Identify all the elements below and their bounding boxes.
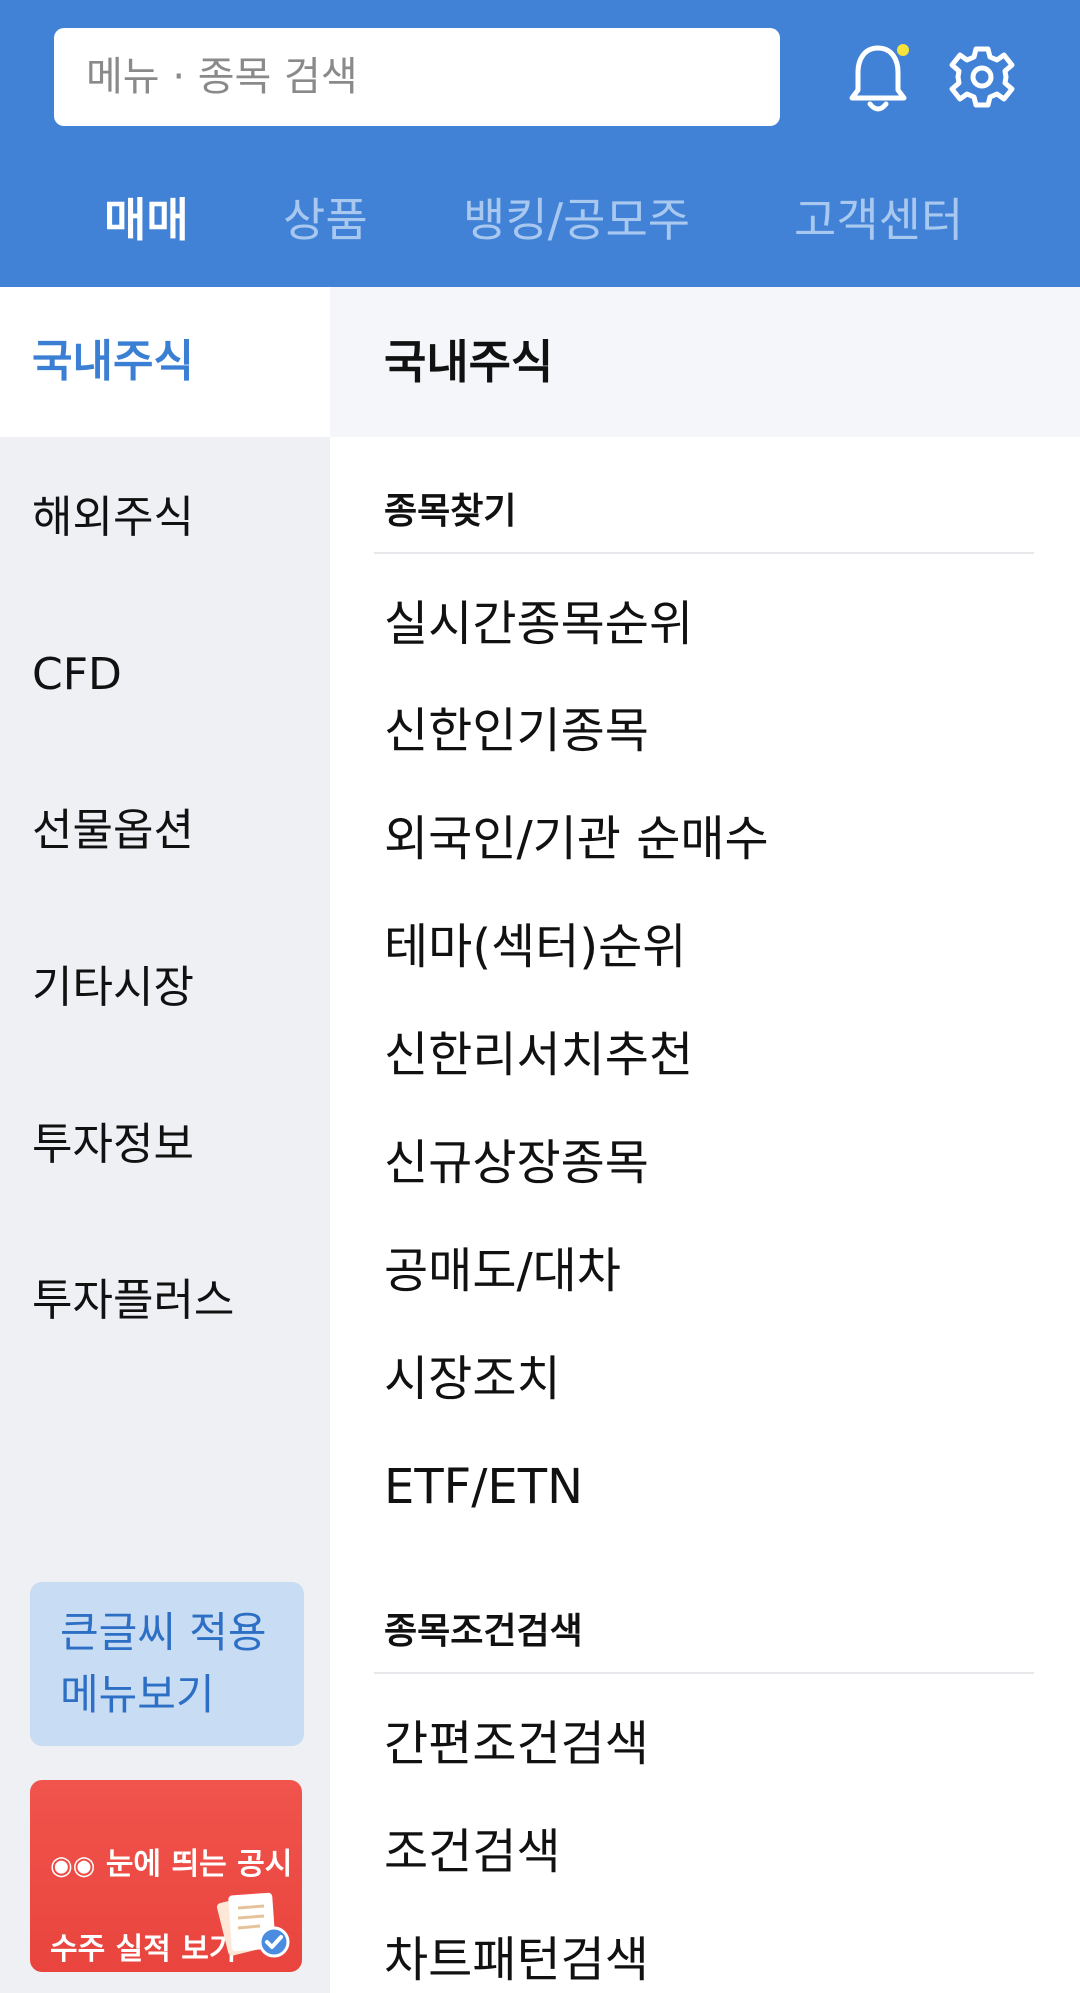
notification-dot (897, 44, 909, 56)
menu-item-shinhan-popular[interactable]: 신한인기종목 (384, 701, 649, 761)
document-check-icon (216, 1888, 296, 1966)
menu-item-market-measures[interactable]: 시장조치 (384, 1349, 561, 1409)
bell-icon[interactable] (846, 38, 910, 118)
section-divider (374, 1672, 1034, 1674)
sidebar-item-invest-plus[interactable]: 투자플러스 (0, 1226, 330, 1376)
tab-customer-center[interactable]: 고객센터 (794, 180, 963, 260)
search-box[interactable] (54, 28, 780, 126)
page-title: 국내주식 (384, 335, 554, 389)
menu-item-new-listings[interactable]: 신규상장종목 (384, 1133, 649, 1193)
menu-item-realtime-ranking[interactable]: 실시간종목순위 (384, 594, 693, 654)
large-font-line2: 메뉴보기 (60, 1670, 215, 1719)
sidebar-item-futures-options[interactable]: 선물옵션 (0, 756, 330, 906)
menu-content-panel: 국내주식 종목찾기 실시간종목순위 신한인기종목 외국인/기관 순매수 테마(섹… (330, 287, 1080, 1993)
menu-item-research-recommend[interactable]: 신한리서치추천 (384, 1025, 693, 1085)
large-font-menu-button[interactable]: 큰글씨 적용 메뉴보기 (30, 1582, 304, 1746)
menu-item-short-selling[interactable]: 공매도/대차 (384, 1241, 621, 1301)
tab-banking-ipo[interactable]: 뱅킹/공모주 (463, 180, 690, 260)
menu-item-chart-pattern-search[interactable]: 차트패턴검색 (384, 1930, 649, 1990)
sidebar-item-cfd[interactable]: CFD (0, 600, 330, 750)
sidebar-item-investment-info[interactable]: 투자정보 (0, 1070, 330, 1220)
section-title-stock-finder: 종목찾기 (384, 491, 517, 532)
tab-products[interactable]: 상품 (283, 180, 368, 260)
large-font-line1: 큰글씨 적용 (60, 1608, 267, 1657)
sidebar-item-other-markets[interactable]: 기타시장 (0, 913, 330, 1063)
gear-icon[interactable] (948, 40, 1016, 114)
menu-item-condition-search[interactable]: 조건검색 (384, 1822, 561, 1882)
eyes-icon: ◉◉ (50, 1851, 96, 1881)
content-header: 국내주식 (330, 287, 1080, 437)
menu-item-easy-condition-search[interactable]: 간편조건검색 (384, 1714, 649, 1774)
section-divider (374, 552, 1034, 554)
promo-banner[interactable]: ◉◉ 눈에 띄는 공시 수주 실적 보기 (30, 1780, 302, 1972)
promo-line1: 눈에 띄는 공시 (105, 1847, 293, 1882)
menu-item-foreign-institution-net-buy[interactable]: 외국인/기관 순매수 (384, 809, 769, 869)
sidebar-item-overseas-stock[interactable]: 해외주식 (0, 443, 330, 593)
app-header: 매매 상품 뱅킹/공모주 고객센터 (0, 0, 1080, 287)
sidebar-item-domestic-stock[interactable]: 국내주식 (0, 287, 330, 437)
tab-trading[interactable]: 매매 (104, 180, 189, 260)
section-title-condition-search: 종목조건검색 (384, 1611, 583, 1652)
menu-item-etf-etn[interactable]: ETF/ETN (384, 1457, 583, 1517)
top-tab-bar: 매매 상품 뱅킹/공모주 고객센터 (0, 180, 1080, 260)
menu-item-theme-ranking[interactable]: 테마(섹터)순위 (384, 917, 686, 977)
search-input[interactable] (54, 28, 780, 126)
